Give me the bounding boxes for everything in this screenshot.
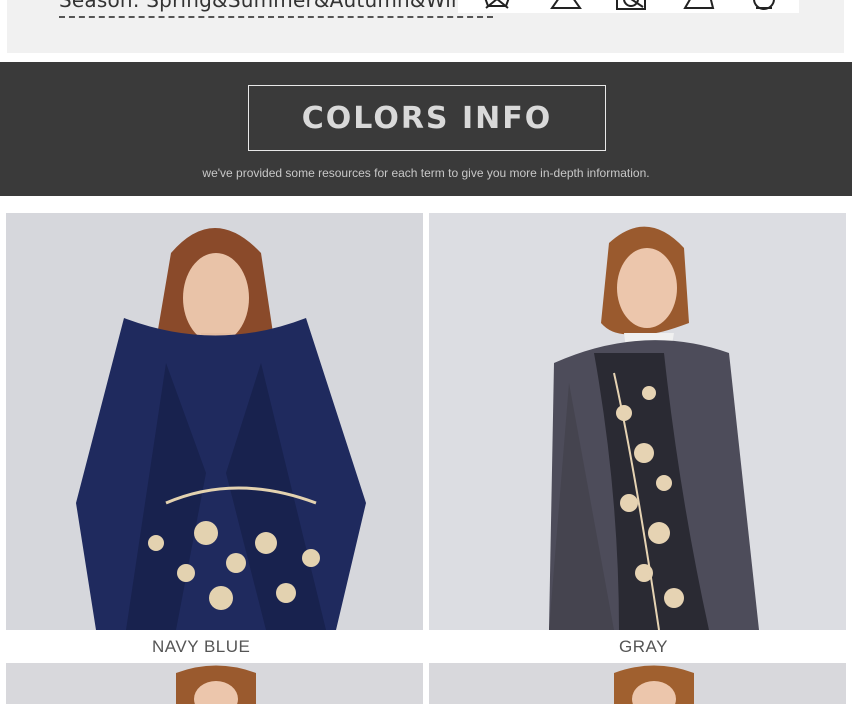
do-not-wash-icon <box>484 0 510 9</box>
do-not-tumble-dry-icon <box>616 0 646 10</box>
color-label: GRAY <box>619 637 668 656</box>
section-subtitle: we've provided some resources for each t… <box>202 166 650 180</box>
previous-section: Season: Spring&Summer&Autumn&Winter <box>7 0 844 53</box>
section-title: COLORS INFO <box>301 100 553 136</box>
color-card-partial[interactable] <box>6 663 423 704</box>
care-instructions-panel <box>458 0 799 13</box>
product-photo[interactable] <box>429 213 846 630</box>
color-label: NAVY BLUE <box>152 637 251 656</box>
color-card-partial[interactable] <box>429 663 846 704</box>
do-not-bleach-icon <box>550 0 582 9</box>
product-photo[interactable] <box>6 213 423 630</box>
season-text: Season: Spring&Summer&Autumn&Winter <box>59 0 493 18</box>
do-not-iron-icon <box>683 0 715 9</box>
title-frame: COLORS INFO <box>248 85 606 151</box>
colors-info-banner: COLORS INFO we've provided some resource… <box>0 62 852 196</box>
dry-clean-icon <box>753 0 775 10</box>
